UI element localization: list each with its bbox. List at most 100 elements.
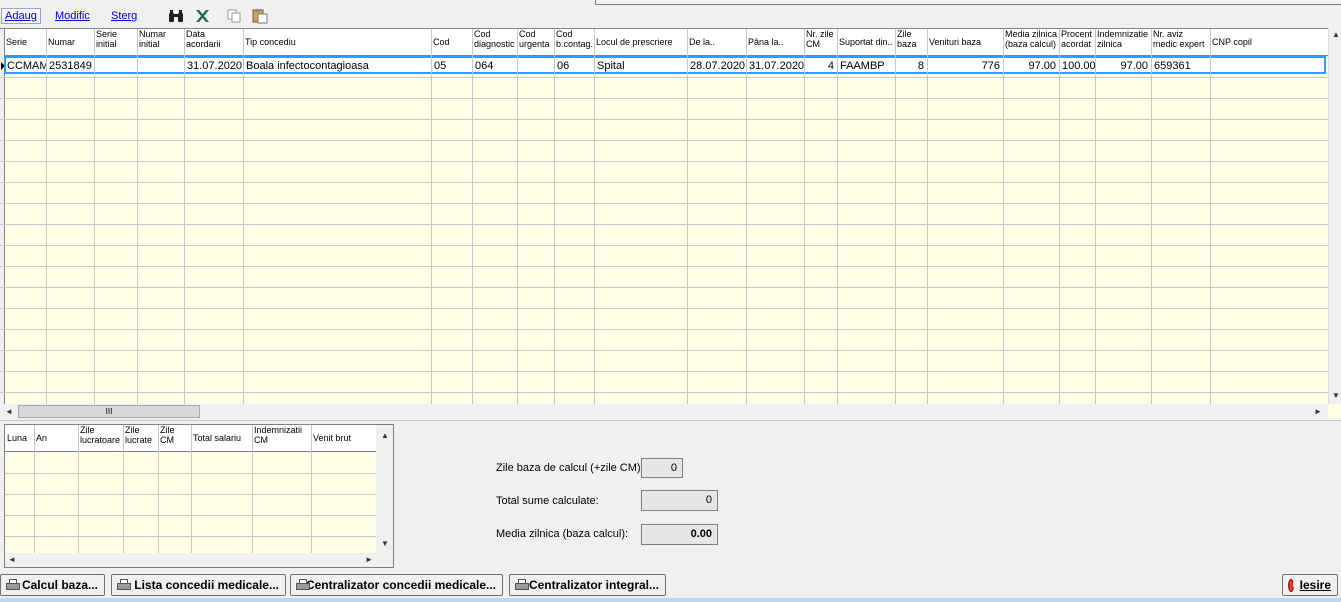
column-header-line1: Indemnizatie	[1097, 29, 1149, 39]
scroll-right-icon[interactable]: ►	[365, 555, 373, 564]
column-header[interactable]: Zile baza	[895, 29, 927, 55]
table-cell[interactable]: Boala infectocontagioasa	[243, 57, 431, 75]
column-header[interactable]: Numar	[46, 29, 94, 55]
table-cell[interactable]	[94, 57, 137, 75]
column-header[interactable]: Cod diagnostic	[472, 29, 517, 55]
sub-grid-horizontal-scrollbar[interactable]: ◄ ►	[5, 553, 393, 567]
add-button[interactable]: Adaug	[1, 8, 41, 24]
column-header[interactable]: Cod b.contag.	[554, 29, 594, 55]
table-cell[interactable]: 2531849	[46, 57, 94, 75]
column-header-line1: Pâna la..	[748, 37, 784, 47]
scroll-up-icon[interactable]: ▲	[381, 431, 389, 440]
column-header-line1: Numar	[48, 37, 76, 47]
scroll-left-icon[interactable]: ◄	[8, 555, 16, 564]
column-header-line2: initial	[139, 39, 160, 49]
calcul-baza-button[interactable]: Calcul baza...	[0, 574, 105, 596]
column-header[interactable]: De la..	[687, 29, 746, 55]
column-header[interactable]: Media zilnica (baza calcul)	[1003, 29, 1059, 55]
table-cell[interactable]: 28.07.2020	[687, 57, 746, 75]
column-header-line1: Data	[186, 29, 206, 39]
lista-concedii-button[interactable]: Lista concedii medicale...	[111, 574, 286, 596]
table-cell[interactable]: 97.00	[1095, 57, 1151, 75]
scroll-down-icon[interactable]: ▼	[381, 539, 389, 548]
monthly-income-grid[interactable]: Luna An Zile lucratoare Zile lucrate Zile CM Tot…	[4, 424, 394, 568]
grid-vertical-scrollbar[interactable]: ▲ ▼	[1328, 28, 1341, 404]
grid-column-divider	[837, 29, 838, 405]
table-cell[interactable]: CCMAM	[4, 57, 46, 75]
table-cell[interactable]: 05	[431, 57, 472, 75]
table-cell[interactable]: 4	[804, 57, 837, 75]
delete-button[interactable]: Sterg	[111, 10, 137, 22]
sub-column-header[interactable]: An	[34, 425, 78, 451]
column-header[interactable]: Nr. aviz medic expert	[1151, 29, 1210, 55]
scroll-down-icon[interactable]: ▼	[1332, 391, 1340, 400]
table-cell[interactable]: 776	[927, 57, 1003, 75]
table-cell[interactable]: 659361	[1151, 57, 1210, 75]
column-header[interactable]: Locul de prescriere	[594, 29, 687, 55]
column-header[interactable]: Numar initial	[137, 29, 184, 55]
table-cell[interactable]: 064	[472, 57, 517, 75]
printer-icon	[296, 579, 310, 591]
table-cell[interactable]: 06	[554, 57, 594, 75]
grid-row-divider	[0, 77, 1328, 78]
sick-leave-grid[interactable]: Serie Numar Serie initial Numar initial Data ac…	[0, 28, 1341, 405]
column-header[interactable]: Nr. zile CM	[804, 29, 837, 55]
lista-concedii-label: Lista concedii medicale...	[134, 578, 279, 592]
power-icon	[1288, 578, 1298, 592]
binoculars-icon[interactable]	[168, 8, 184, 24]
excel-icon[interactable]	[195, 8, 211, 24]
grid-column-divider	[517, 29, 518, 405]
table-cell[interactable]: FAAMBP	[837, 57, 895, 75]
column-header[interactable]: Tip concediu	[243, 29, 431, 55]
sub-column-header-line2: CM	[160, 435, 174, 445]
table-cell[interactable]: 8	[895, 57, 927, 75]
sub-column-header[interactable]: Luna	[5, 425, 34, 451]
table-cell[interactable]	[1210, 57, 1328, 75]
scroll-up-icon[interactable]: ▲	[1332, 30, 1340, 39]
grid-column-divider	[1095, 29, 1096, 405]
table-cell[interactable]: 100.00	[1059, 57, 1095, 75]
exit-label: Iesire	[1299, 578, 1331, 592]
column-header-line1: Venituri baza	[929, 37, 982, 47]
table-cell[interactable]: 31.07.2020	[746, 57, 804, 75]
column-header[interactable]: CNP copil	[1210, 29, 1328, 55]
centralizator-button[interactable]: Centralizator concedii medicale...	[290, 574, 503, 596]
column-header[interactable]: Pâna la..	[746, 29, 804, 55]
printer-icon	[117, 579, 131, 591]
sub-column-header[interactable]: Zile lucratoare	[78, 425, 123, 451]
column-header[interactable]: Cod	[431, 29, 472, 55]
column-header[interactable]: Serie initial	[94, 29, 137, 55]
table-cell[interactable]	[137, 57, 184, 75]
horizontal-scroll-thumb[interactable]: III	[18, 405, 200, 418]
centralizator-integral-button[interactable]: Centralizator integral...	[509, 574, 666, 596]
exit-button[interactable]: Iesire	[1282, 574, 1338, 596]
column-header[interactable]: Procent acordat	[1059, 29, 1095, 55]
grid-horizontal-scrollbar[interactable]: ◄ III ►	[0, 404, 1328, 419]
sub-column-header[interactable]: Indemnizatii CM	[252, 425, 311, 451]
sub-column-header[interactable]: Zile lucrate	[123, 425, 158, 451]
column-header[interactable]: Suportat din..	[837, 29, 895, 55]
scroll-right-icon[interactable]: ►	[1314, 407, 1322, 416]
table-cell[interactable]: Spital	[594, 57, 687, 75]
modify-button[interactable]: Modific	[55, 10, 90, 22]
column-header[interactable]: Venituri baza	[927, 29, 1003, 55]
table-cell[interactable]: 31.07.2020	[184, 57, 243, 75]
sub-column-header[interactable]: Venit brut	[311, 425, 376, 451]
sub-column-header-line1: Total salariu	[193, 433, 242, 443]
scroll-left-icon[interactable]: ◄	[5, 407, 13, 416]
sub-column-header[interactable]: Total salariu	[191, 425, 252, 451]
sub-grid-vertical-scrollbar[interactable]: ▲ ▼	[376, 425, 393, 553]
column-header[interactable]: Cod urgenta	[517, 29, 554, 55]
column-header[interactable]: Indemnizatie zilnica	[1095, 29, 1151, 55]
table-cell[interactable]: 97.00	[1003, 57, 1059, 75]
column-header[interactable]: Data acordarii	[184, 29, 243, 55]
copy-icon[interactable]	[226, 8, 242, 24]
daily-average-label: Media zilnica (baza calcul):	[496, 528, 629, 540]
column-header[interactable]: Serie	[4, 29, 46, 55]
sub-column-header-line1: Zile	[125, 425, 140, 435]
column-header-line2: medic expert	[1153, 39, 1205, 49]
sub-column-header[interactable]: Zile CM	[158, 425, 191, 451]
table-cell[interactable]	[517, 57, 554, 75]
row-indicator-column	[0, 29, 5, 405]
paste-icon[interactable]	[252, 8, 268, 24]
